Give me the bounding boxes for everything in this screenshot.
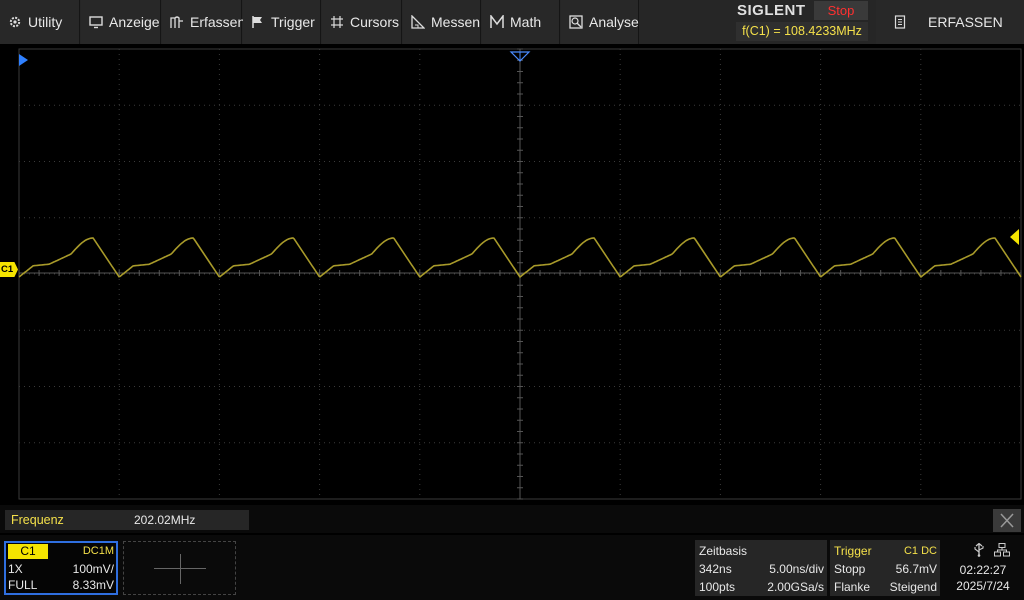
menu-trigger[interactable]: Trigger	[243, 0, 321, 44]
trigger-level: 56.7mV	[895, 561, 937, 576]
channel1-probe: 1X	[8, 562, 23, 576]
timebase-row-delay: 342ns 5.00ns/div	[699, 560, 824, 577]
menu-cursors-label: Cursors	[350, 14, 400, 30]
menu-measure[interactable]: Messen	[403, 0, 481, 44]
brand-logo: SIGLENT	[737, 2, 806, 19]
math-icon	[490, 15, 504, 28]
trigger-row-mode: Stopp 56.7mV	[834, 560, 937, 577]
trigger-title: Trigger	[834, 543, 872, 558]
brand-panel: SIGLENT Stop f(C1) = 108.4233MHz	[733, 0, 873, 44]
menu-acquire[interactable]: Erfassen	[162, 0, 246, 44]
menu-display-label: Anzeige	[109, 14, 160, 30]
trigger-row-type: Flanke Steigend	[834, 578, 937, 595]
clock-time: 02:22:27	[959, 563, 1007, 577]
channel1-name: C1	[8, 544, 48, 559]
timebase-sample-rate: 2.00GSa/s	[767, 579, 824, 594]
connection-icons	[973, 543, 1010, 557]
menu-acquire-label: Erfassen	[190, 14, 246, 30]
timebase-row-title: Zeitbasis	[699, 542, 824, 559]
waveform-display[interactable]: C1	[0, 44, 1024, 502]
menu-math-label: Math	[510, 14, 542, 30]
menu-analysis[interactable]: Analyse	[561, 0, 639, 44]
gear-icon	[9, 16, 21, 28]
trigger-row-title: Trigger C1 DC	[834, 542, 937, 559]
timebase-row-points: 100pts 2.00GSa/s	[699, 578, 824, 595]
close-icon	[1000, 513, 1014, 528]
channel1-ground-marker[interactable]: C1	[0, 262, 18, 277]
measurement-label: Frequenz	[11, 513, 64, 527]
timebase-scale: 5.00ns/div	[769, 561, 824, 576]
trigger-type: Flanke	[834, 579, 871, 594]
acquire-status-label: ERFASSEN	[928, 14, 1003, 30]
graticule	[18, 48, 1022, 500]
menu-analysis-label: Analyse	[589, 14, 639, 30]
channel1-ground-label: C1	[1, 264, 14, 275]
menu-bar: Utility Anzeige Erfassen Trigger Cursors…	[0, 0, 1024, 44]
memory-icon	[894, 15, 906, 29]
cursor-icon	[331, 16, 343, 28]
trigger-source: C1 DC	[903, 544, 937, 557]
trigger-slope: Steigend	[889, 579, 937, 594]
close-measurement-button[interactable]	[993, 509, 1021, 532]
trigger-mode: Stopp	[834, 561, 866, 576]
analysis-icon	[569, 15, 583, 29]
frequency-counter: f(C1) = 108.4233MHz	[736, 22, 868, 41]
acquire-icon	[170, 16, 183, 28]
run-state-indicator[interactable]: Stop	[814, 1, 868, 20]
waveform-start-marker	[19, 54, 28, 66]
menu-trigger-label: Trigger	[271, 14, 315, 30]
add-channel-slot[interactable]	[123, 541, 236, 595]
channel1-row-probe: 1X 100mV/	[8, 562, 114, 578]
channel1-offset: 8.33mV	[72, 578, 114, 592]
usb-icon	[974, 543, 984, 557]
clock-panel: 02:22:27 2025/7/24	[943, 540, 1023, 596]
monitor-icon	[89, 16, 103, 29]
clock-date: 2025/7/24	[956, 579, 1010, 593]
menu-utility-label: Utility	[28, 14, 63, 30]
menu-cursors[interactable]: Cursors	[322, 0, 402, 44]
channel1-panel[interactable]: C1 DC1M 1X 100mV/ FULL 8.33mV	[4, 541, 118, 595]
flag-icon	[252, 16, 262, 28]
channel1-bandwidth: FULL	[8, 578, 38, 592]
grid	[18, 48, 1022, 500]
timebase-panel[interactable]: Zeitbasis 342ns 5.00ns/div 100pts 2.00GS…	[695, 540, 827, 596]
trigger-panel[interactable]: Trigger C1 DC Stopp 56.7mV Flanke Steige…	[830, 540, 940, 596]
channel1-coupling: DC1M	[82, 545, 114, 557]
menu-math[interactable]: Math	[482, 0, 560, 44]
status-bar: C1 DC1M 1X 100mV/ FULL 8.33mV Zeitbasis …	[0, 535, 1024, 600]
menu-display[interactable]: Anzeige	[81, 0, 161, 44]
measurement-item[interactable]: Frequenz 202.02MHz	[5, 510, 249, 530]
measurement-value: 202.02MHz	[134, 513, 196, 527]
network-icon	[994, 543, 1010, 557]
acquire-status-button[interactable]: ERFASSEN	[876, 0, 1024, 44]
measurement-bar: Frequenz 202.02MHz	[0, 505, 1024, 533]
channel1-scale: 100mV/	[72, 562, 114, 576]
timebase-points: 100pts	[699, 579, 736, 594]
timebase-title: Zeitbasis	[699, 543, 748, 558]
ruler-icon	[411, 15, 425, 29]
menu-measure-label: Messen	[431, 14, 481, 30]
timebase-delay: 342ns	[699, 561, 732, 576]
channel1-row-bandwidth: FULL 8.33mV	[8, 578, 114, 594]
trigger-level-marker[interactable]	[1010, 229, 1019, 245]
menu-utility[interactable]: Utility	[0, 0, 80, 44]
